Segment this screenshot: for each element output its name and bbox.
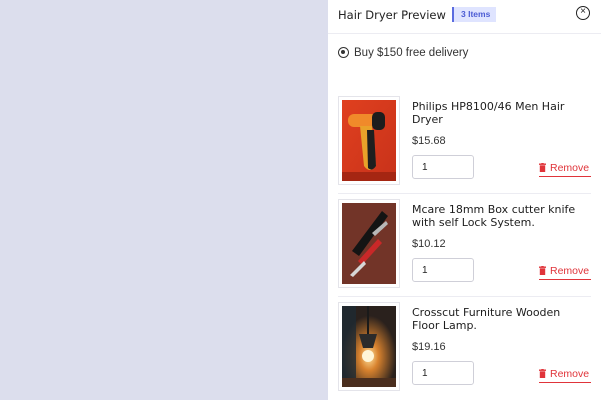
floor-lamp-icon	[342, 306, 396, 387]
trash-icon	[539, 163, 546, 172]
close-icon[interactable]: ×	[576, 6, 590, 20]
product-price: $19.16	[412, 341, 446, 353]
box-cutter-icon	[342, 203, 396, 284]
item-divider	[338, 296, 591, 297]
cart-item: Mcare 18mm Box cutter knife with self Lo…	[338, 199, 591, 299]
cart-item: Philips HP8100/46 Men Hair Dryer $15.68 …	[338, 96, 591, 196]
item-count-badge: 3 Items	[452, 7, 497, 22]
page-backdrop[interactable]	[0, 0, 328, 400]
product-price: $10.12	[412, 238, 446, 250]
panel-header: Hair Dryer Preview 3 Items ×	[328, 0, 601, 34]
cart-panel: Hair Dryer Preview 3 Items × Buy $150 fr…	[328, 0, 601, 400]
product-name[interactable]: Crosscut Furniture Wooden Floor Lamp.	[412, 306, 582, 332]
remove-button[interactable]: Remove	[539, 368, 591, 383]
cart-item: Crosscut Furniture Wooden Floor Lamp. $1…	[338, 302, 591, 400]
remove-button[interactable]: Remove	[539, 162, 591, 177]
remove-label: Remove	[550, 368, 590, 380]
radio-selected-icon[interactable]	[338, 47, 349, 58]
item-divider	[338, 193, 591, 194]
product-name[interactable]: Philips HP8100/46 Men Hair Dryer	[412, 100, 582, 126]
quantity-input[interactable]	[412, 155, 474, 179]
product-price: $15.68	[412, 135, 446, 147]
quantity-input[interactable]	[412, 258, 474, 282]
panel-title: Hair Dryer Preview	[338, 8, 446, 22]
product-name[interactable]: Mcare 18mm Box cutter knife with self Lo…	[412, 203, 582, 229]
trash-icon	[539, 266, 546, 275]
product-image[interactable]	[338, 302, 400, 391]
trash-icon	[539, 369, 546, 378]
product-image[interactable]	[338, 96, 400, 185]
free-delivery-label: Buy $150 free delivery	[354, 47, 469, 59]
remove-label: Remove	[550, 265, 590, 277]
remove-button[interactable]: Remove	[539, 265, 591, 280]
product-image[interactable]	[338, 199, 400, 288]
hair-dryer-icon	[342, 100, 396, 181]
quantity-input[interactable]	[412, 361, 474, 385]
remove-label: Remove	[550, 162, 590, 174]
